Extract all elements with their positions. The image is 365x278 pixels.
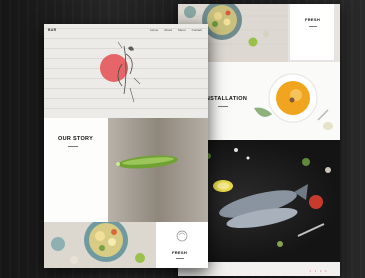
- hero-illustration: [100, 41, 141, 103]
- divider: [176, 258, 184, 259]
- pagination-dots[interactable]: • • • •: [310, 269, 328, 273]
- divider: [309, 26, 317, 27]
- front-footer-section: FRESH: [44, 222, 208, 268]
- salad-bowl-photo: [44, 222, 208, 268]
- story-section: OUR STORY: [44, 118, 208, 222]
- cucumber-photo: [108, 118, 208, 222]
- back-fresh-heading: FRESH: [305, 17, 321, 22]
- hero-section: BAR Home About Menu Contact: [44, 24, 208, 118]
- fresh-heading: FRESH: [172, 250, 188, 255]
- front-page: BAR Home About Menu Contact OUR STORY FR…: [44, 24, 208, 268]
- mockup-scene: FRESH INSTALLATION • • • • BAR Home Abou…: [0, 0, 365, 278]
